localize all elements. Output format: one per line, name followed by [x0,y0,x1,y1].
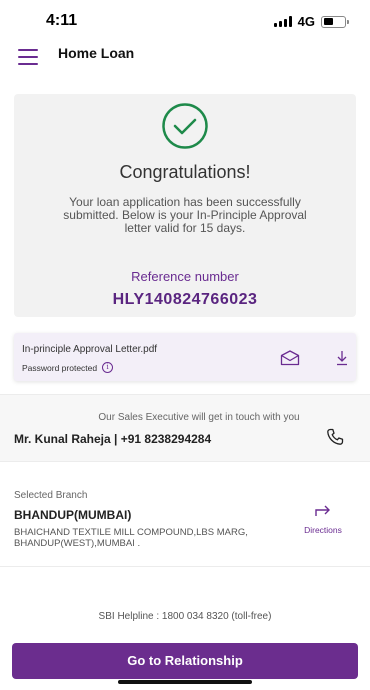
success-message: Your loan application has been successfu… [63,195,307,235]
battery-icon [321,15,349,28]
hamburger-menu-icon[interactable] [18,49,38,65]
sales-executive-note: Our Sales Executive will get in touch wi… [98,412,300,423]
network-type: 4G [297,14,315,29]
reference-number: HLY140824766023 [112,291,258,308]
signal-icon [273,16,292,27]
helpline-text: SBI Helpline : 1800 034 8320 (toll-free) [98,611,272,622]
sales-executive-contact: Mr. Kunal Raheja | +91 8238294284 [14,432,212,446]
approval-letter-card[interactable]: In-principle Approval Letter.pdf Passwor… [14,333,356,381]
success-card: Congratulations! Your loan application h… [14,94,356,317]
download-icon[interactable] [335,350,349,366]
password-note: Password protected i [22,362,114,373]
phone-icon[interactable] [326,428,344,446]
info-icon[interactable]: i [102,362,114,373]
check-circle-icon [162,103,208,149]
sales-executive-section: Our Sales Executive will get in touch wi… [0,394,370,462]
password-note-label: Password protected [22,362,98,373]
app-bar: Home Loan [0,40,370,76]
branch-name: BHANDUP(MUMBAI) [14,508,132,522]
email-icon[interactable] [280,350,300,366]
directions-button[interactable]: Directions [296,503,350,538]
home-indicator [118,680,252,684]
page-title: Home Loan [58,45,135,61]
branch-address: BHAICHAND TEXTILE MILL COMPOUND,LBS MARG… [14,527,248,549]
status-time: 4:11 [46,12,78,29]
directions-icon [315,505,330,516]
letter-file-name: In-principle Approval Letter.pdf [22,344,158,355]
directions-label: Directions [304,525,342,535]
branch-label: Selected Branch [14,490,88,501]
selected-branch-section: Selected Branch BHANDUP(MUMBAI) BHAICHAN… [0,475,370,567]
status-bar: 4:11 4G [0,0,370,40]
reference-label: Reference number [131,269,239,284]
go-to-relationship-button[interactable]: Go to Relationship [12,643,358,679]
success-title: Congratulations! [119,162,251,182]
status-indicators: 4G [273,14,349,29]
